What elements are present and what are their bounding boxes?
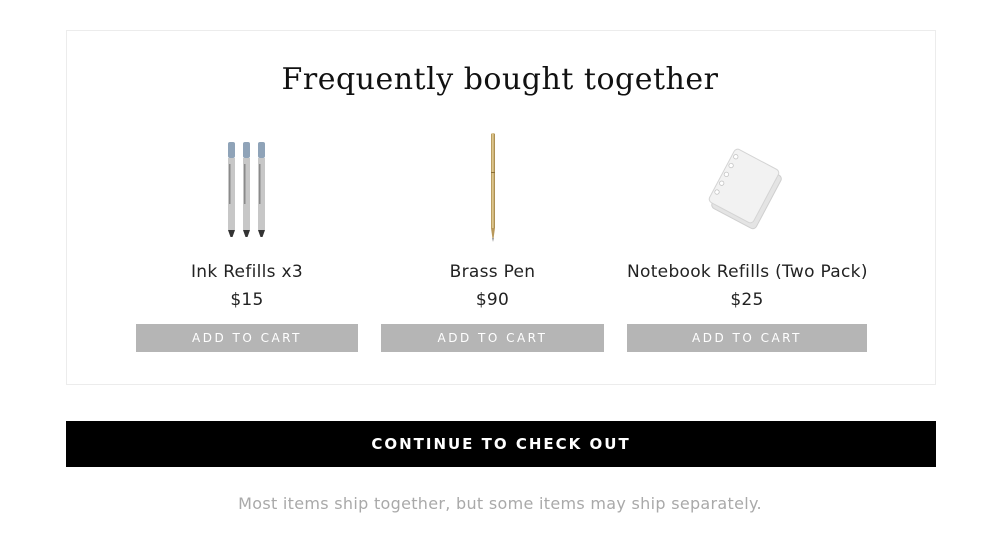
add-to-cart-button[interactable]: ADD TO CART bbox=[136, 324, 358, 352]
add-to-cart-button[interactable]: ADD TO CART bbox=[381, 324, 604, 352]
ink-refills-image[interactable] bbox=[222, 140, 272, 240]
notebook-refills-image[interactable] bbox=[702, 146, 792, 236]
add-to-cart-button[interactable]: ADD TO CART bbox=[627, 324, 867, 352]
product-price: $15 bbox=[230, 290, 264, 310]
product-name[interactable]: Brass Pen bbox=[381, 262, 604, 282]
section-title: Frequently bought together bbox=[281, 62, 719, 97]
continue-to-checkout-button[interactable]: CONTINUE TO CHECK OUT bbox=[66, 421, 936, 467]
product-price: $25 bbox=[730, 290, 764, 310]
shipping-note: Most items ship together, but some items… bbox=[238, 494, 762, 513]
product-name[interactable]: Notebook Refills (Two Pack) bbox=[627, 262, 867, 282]
product-name[interactable]: Ink Refills x3 bbox=[136, 262, 358, 282]
product-price: $90 bbox=[475, 290, 510, 310]
brass-pen-image[interactable] bbox=[483, 132, 503, 244]
